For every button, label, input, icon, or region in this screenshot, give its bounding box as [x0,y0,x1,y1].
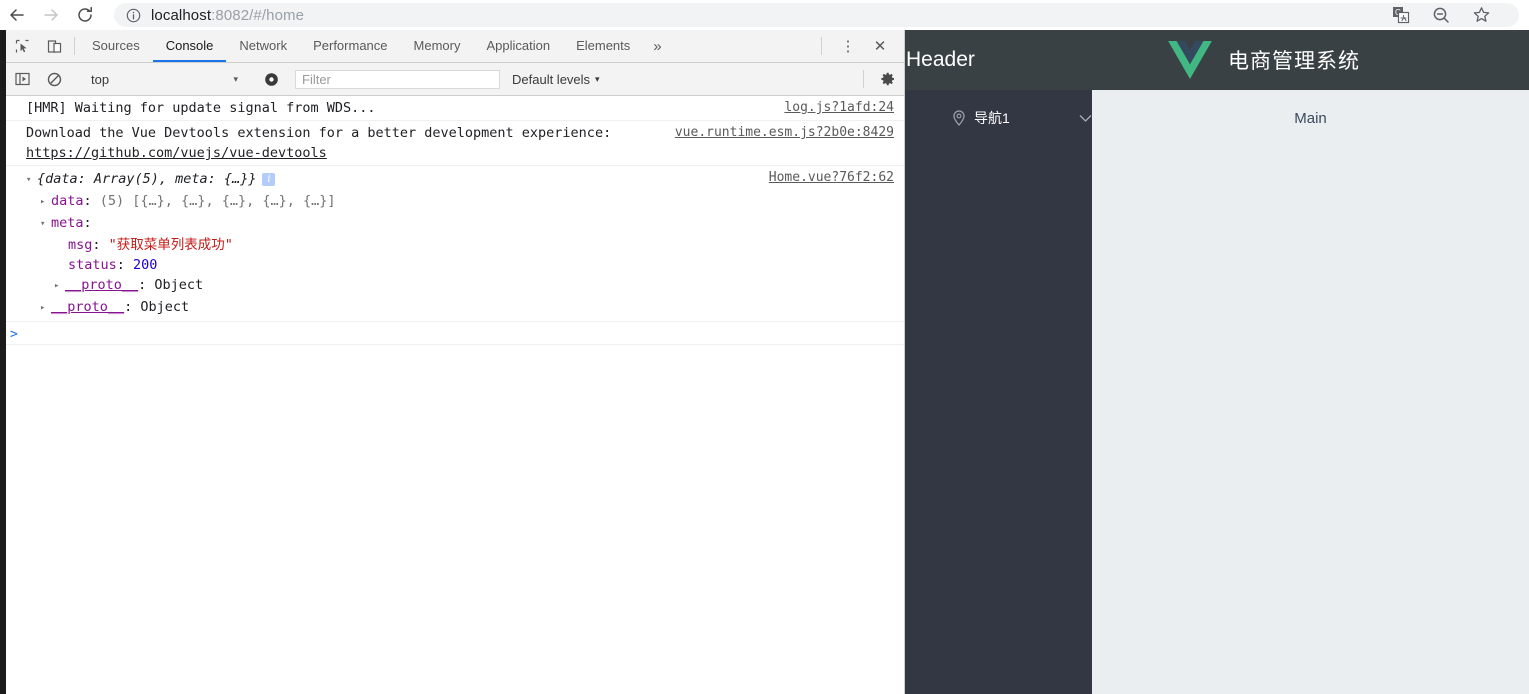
property-separator: : [116,257,134,273]
tab-console[interactable]: Console [152,30,227,62]
devtools-tabbar: Sources Console Network Performance Memo… [0,30,904,63]
back-button[interactable] [0,0,34,30]
toolbar-divider [74,37,75,55]
property-value: "获取菜单列表成功" [108,237,233,253]
url-path: :8082/#/home [211,6,305,24]
property-key: data [51,193,84,209]
object-proto-row[interactable]: __proto__: Object [26,297,896,319]
devtools-tabbar-right: ⋮ ✕ [811,30,904,62]
tab-sources[interactable]: Sources [79,30,153,62]
console-context-select[interactable]: top ▾ [79,72,246,87]
object-property-row: msg: "获取菜单列表成功" [26,235,896,255]
expand-arrow-icon[interactable] [40,192,51,212]
gear-icon[interactable] [872,71,904,87]
site-info-icon[interactable] [126,8,141,23]
console-message-text: Download the Vue Devtools extension for … [26,125,612,141]
app-main: Main [1092,90,1529,694]
console-prompt-chevron: > [10,327,18,342]
sidebar-item-nav1[interactable]: 导航1 [952,90,1092,146]
property-key: meta [51,215,84,231]
console-message-source[interactable]: vue.runtime.esm.js?2b0e:8429 [675,123,894,143]
devtools-tab-list: Sources Console Network Performance Memo… [79,30,643,62]
console-message-link[interactable]: https://github.com/vuejs/vue-devtools [26,145,327,161]
info-badge-icon[interactable]: i [262,172,276,186]
console-sidebar-toggle-icon[interactable] [6,72,38,86]
filterbar-divider-3 [863,70,864,88]
console-message-vue-devtools: Download the Vue Devtools extension for … [0,121,904,166]
property-separator: : [83,193,100,209]
devtools-panel: Sources Console Network Performance Memo… [0,30,905,694]
inspect-element-icon[interactable] [6,30,38,62]
console-levels-dropdown[interactable]: Default levels ▾ [512,72,600,87]
omnibox-actions: G [1392,6,1507,25]
toolbar-divider-right [821,37,822,55]
console-message-source[interactable]: Home.vue?76f2:62 [769,168,894,188]
property-separator: : [138,277,155,293]
more-tabs-icon[interactable]: » [643,30,671,62]
expand-arrow-icon[interactable] [54,276,65,296]
reload-button[interactable] [68,0,102,30]
live-expression-icon[interactable] [255,72,287,87]
tab-memory[interactable]: Memory [401,30,474,62]
object-property-row[interactable]: meta: [26,213,896,235]
expand-arrow-icon[interactable] [26,170,37,190]
console-levels-label: Default levels [512,71,591,87]
tab-performance[interactable]: Performance [300,30,400,62]
console-context-value: top [91,71,110,87]
clear-console-icon[interactable] [38,72,70,87]
console-message-hmr: [HMR] Waiting for update signal from WDS… [0,96,904,121]
chevron-down-icon[interactable] [1079,114,1092,123]
property-separator: : [124,299,141,315]
devtools-menu-icon[interactable]: ⋮ [832,37,864,55]
chevron-down-icon-context: ▾ [233,73,238,84]
property-key: status [68,257,117,273]
console-output: [HMR] Waiting for update signal from WDS… [0,96,904,694]
console-object-log: {data: Array(5), meta: {…}} i Home.vue?76… [0,166,904,322]
property-value: Object [140,299,190,315]
translate-icon[interactable]: G [1392,6,1410,24]
bookmark-star-icon[interactable] [1472,6,1491,25]
property-value: (5) [{…}, {…}, {…}, {…}, {…}] [99,193,336,209]
devtools-left-edge [0,30,6,694]
zoom-out-icon[interactable] [1432,6,1450,24]
property-key: __proto__ [65,277,139,293]
tab-network[interactable]: Network [226,30,300,62]
property-separator: : [83,215,92,231]
property-value: Object [154,277,204,293]
location-pin-icon [952,110,966,126]
expand-arrow-icon[interactable] [40,298,51,318]
property-value: 200 [133,257,158,273]
device-toolbar-icon[interactable] [38,30,70,62]
console-message-text: [HMR] Waiting for update signal from WDS… [26,100,376,116]
tab-elements[interactable]: Elements [563,30,643,62]
app-brand: 电商管理系统 [1168,30,1360,90]
property-separator: : [92,237,109,253]
property-key: __proto__ [51,299,125,315]
tab-application[interactable]: Application [473,30,563,62]
property-key: msg [68,237,93,253]
address-bar[interactable]: localhost:8082/#/home G [114,3,1519,27]
forward-button[interactable] [34,0,68,30]
url-text: localhost:8082/#/home [151,7,304,24]
object-proto-row[interactable]: __proto__: Object [26,275,896,297]
sidebar-item-label: 导航1 [974,110,1010,126]
vue-logo-icon [1168,41,1212,79]
object-property-row[interactable]: data: (5) [{…}, {…}, {…}, {…}, {…}] [26,191,896,213]
object-summary-row[interactable]: {data: Array(5), meta: {…}} i Home.vue?76… [26,169,896,191]
console-message-source[interactable]: log.js?1afd:24 [784,98,894,118]
close-devtools-icon[interactable]: ✕ [864,37,896,55]
console-filter-input[interactable] [295,69,500,89]
app-brand-title: 电商管理系统 [1228,50,1360,73]
console-filterbar: top ▾ Default levels ▾ [0,63,904,96]
url-host: localhost [151,6,212,24]
expand-arrow-icon[interactable] [40,214,51,234]
screen-root: Header 电商管理系统 导航1 Main Sources Console N… [0,0,1529,694]
object-summary-text: {data: Array(5), meta: {…}} [37,171,257,187]
object-property-row: status: 200 [26,255,896,275]
console-prompt[interactable]: > [0,322,904,345]
filterbar-right [855,70,904,88]
main-label: Main [1294,110,1327,127]
browser-toolbar: localhost:8082/#/home G [0,0,1529,30]
chevron-down-icon-levels: ▾ [595,73,600,84]
